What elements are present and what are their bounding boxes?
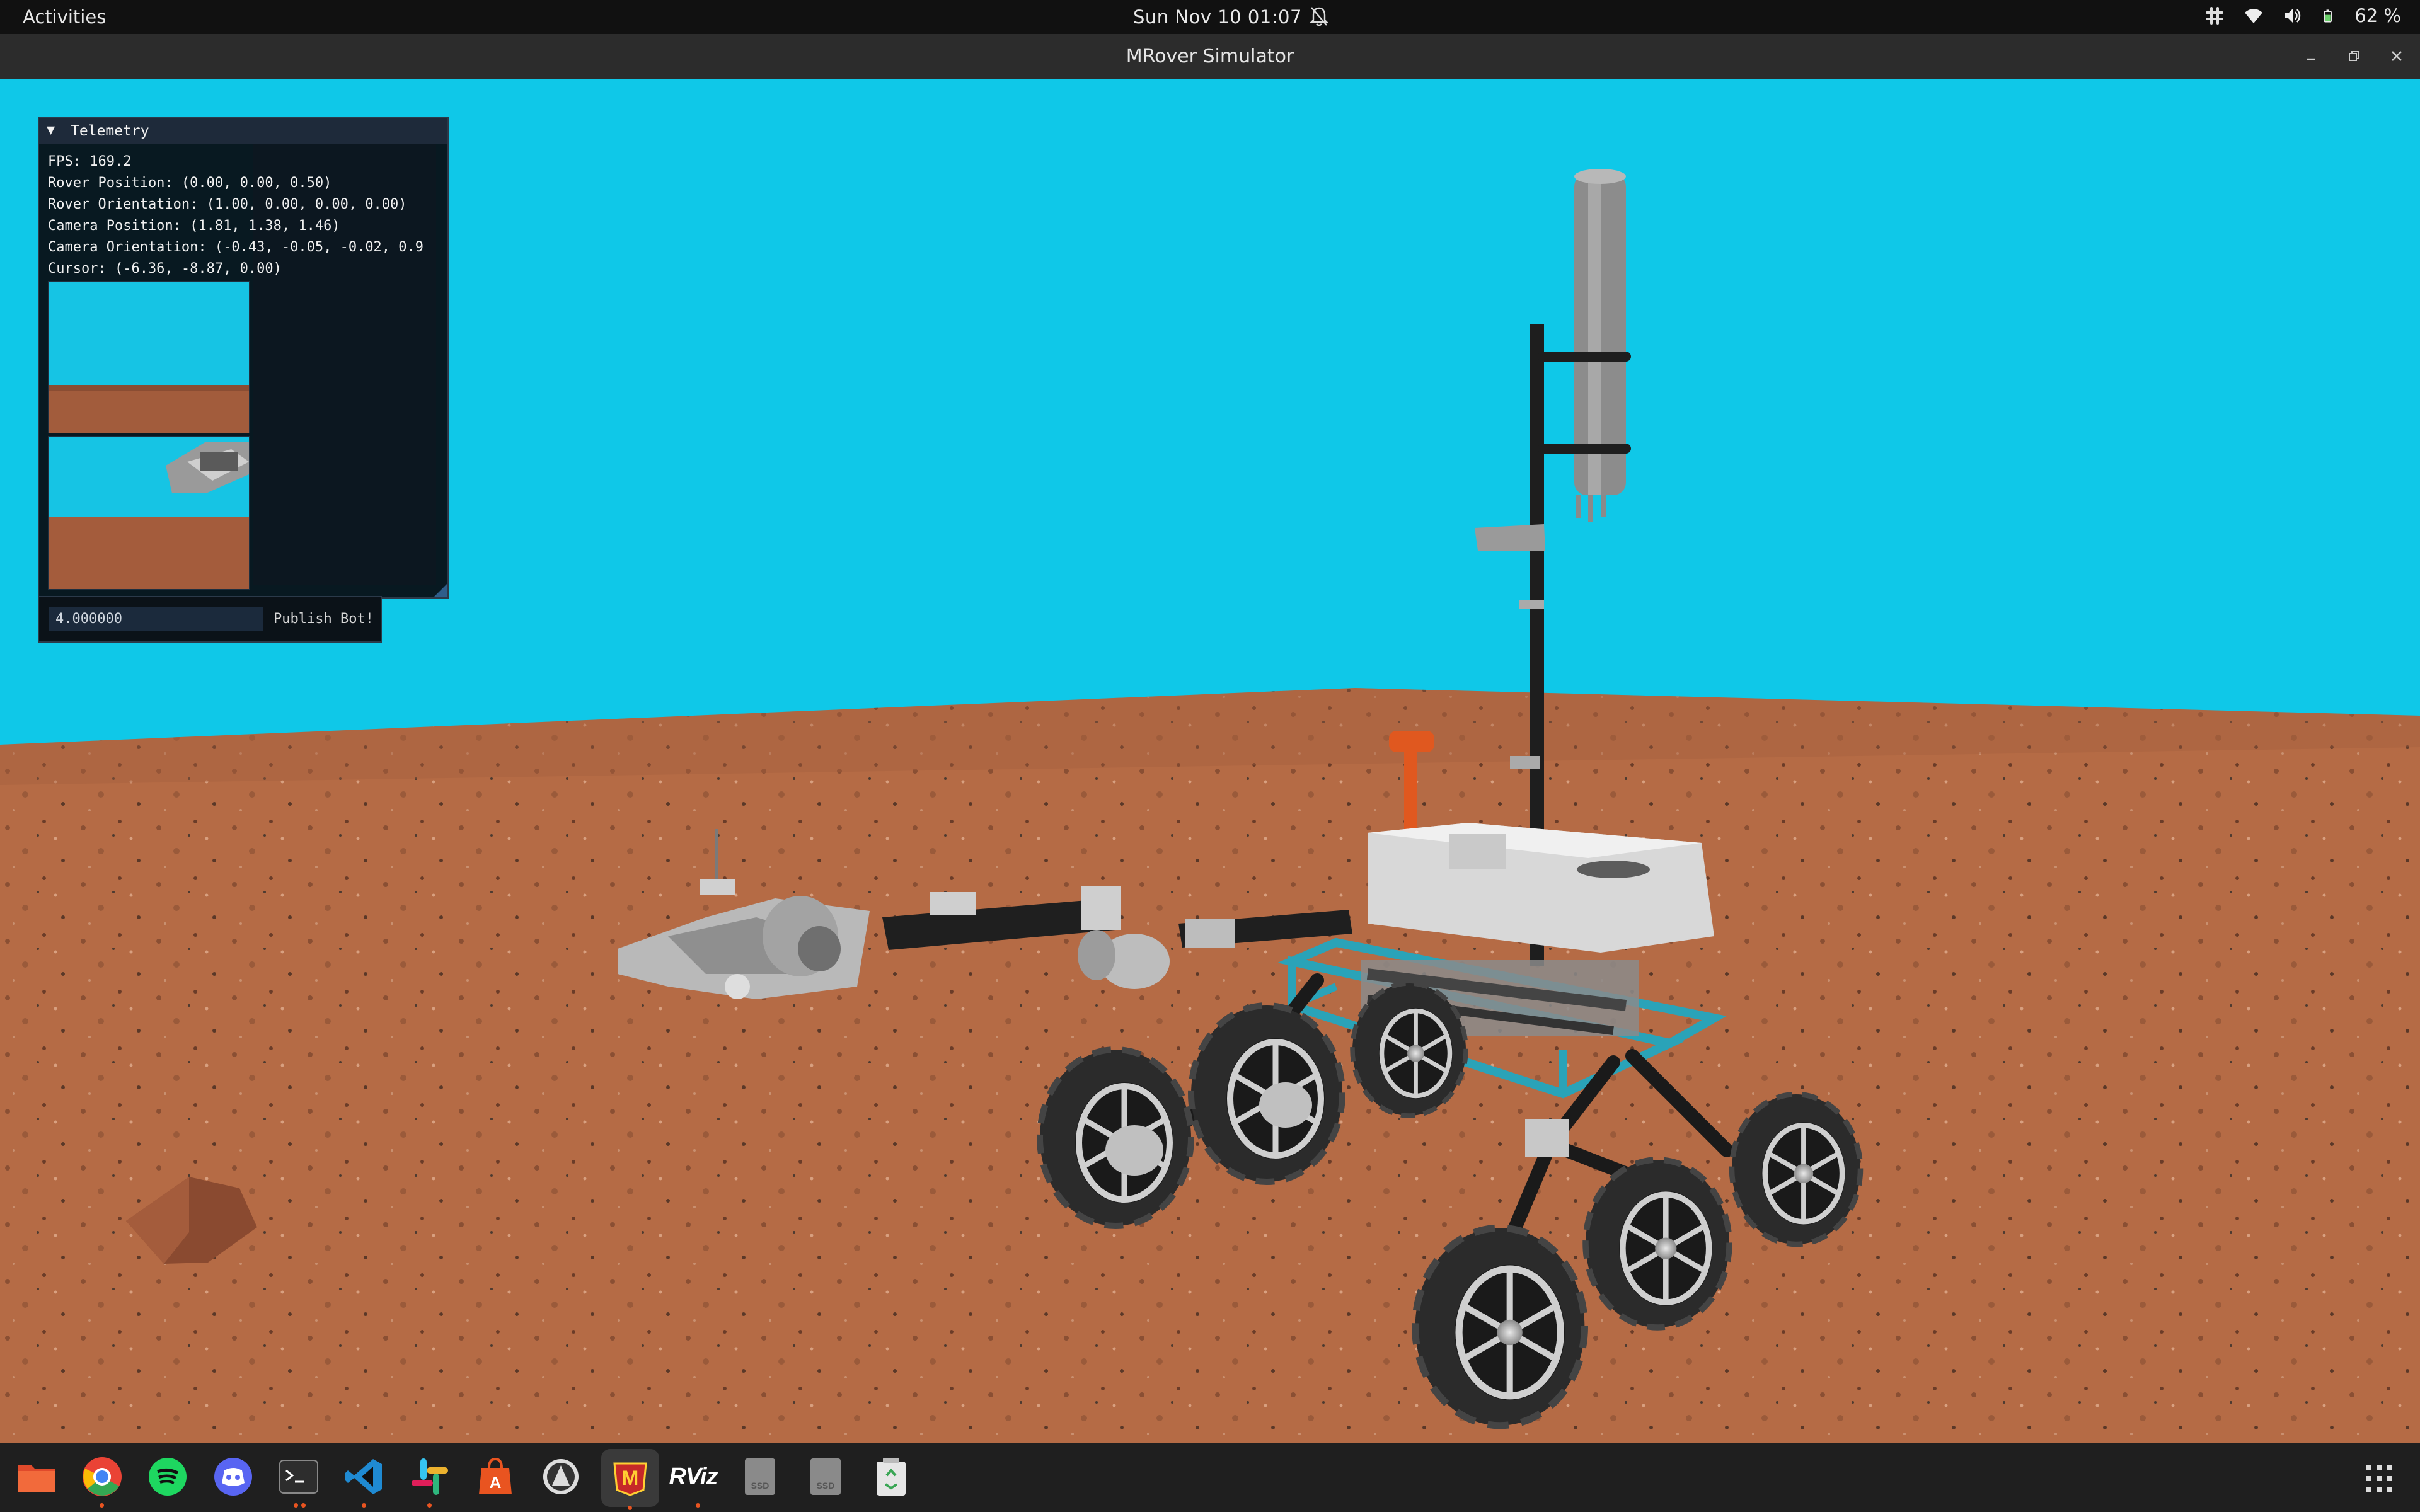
clock[interactable]: Sun Nov 10 01:07: [1133, 6, 1302, 28]
top-bar: Activities Sun Nov 10 01:07 62 %: [0, 0, 2420, 34]
window-title: MRover Simulator: [1126, 45, 1294, 67]
rviz-icon[interactable]: RViz: [669, 1454, 718, 1499]
camera-preview-1: [48, 281, 250, 433]
rviz-label: RViz: [669, 1463, 718, 1490]
slack-tray-icon[interactable]: [2204, 6, 2225, 26]
running-indicator: [427, 1503, 432, 1508]
telemetry-title: Telemetry: [71, 123, 149, 139]
files-icon[interactable]: [14, 1454, 59, 1499]
ssd-label: SSD: [751, 1480, 769, 1491]
volume-icon[interactable]: [2283, 6, 2303, 26]
publish-button[interactable]: Publish Bot!: [274, 607, 378, 631]
rover-orientation-readout: Rover Orientation: (1.00, 0.00, 0.00, 0.…: [48, 197, 407, 212]
drive-ssd-icon[interactable]: SSD: [737, 1454, 783, 1499]
running-indicator: [294, 1503, 298, 1508]
telemetry-lines: FPS: 169.2 Rover Position: (0.00, 0.00, …: [48, 151, 444, 280]
dock: A M RViz SSD SSD: [0, 1443, 2420, 1512]
camera-preview-2: [48, 436, 250, 590]
close-icon[interactable]: [2386, 45, 2407, 67]
running-indicator: [628, 1506, 632, 1510]
software-center-icon[interactable]: A: [473, 1454, 518, 1499]
camera-position-readout: Camera Position: (1.81, 1.38, 1.46): [48, 218, 340, 234]
value-input[interactable]: 4.000000: [49, 607, 263, 631]
terminal-icon[interactable]: [276, 1454, 321, 1499]
rover-position-readout: Rover Position: (0.00, 0.00, 0.50): [48, 175, 332, 191]
window-titlebar[interactable]: MRover Simulator: [0, 34, 2420, 79]
spotify-icon[interactable]: [145, 1454, 190, 1499]
show-applications-icon[interactable]: [2365, 1464, 2394, 1493]
publish-bar: 4.000000 Publish Bot!: [38, 596, 382, 643]
trash-icon[interactable]: [868, 1454, 914, 1499]
ssd-label: SSD: [817, 1480, 835, 1491]
running-indicator: [362, 1503, 366, 1508]
vscode-icon[interactable]: [342, 1454, 387, 1499]
activities-button[interactable]: Activities: [23, 6, 106, 28]
inkscape-icon[interactable]: [538, 1454, 584, 1499]
discord-icon[interactable]: [210, 1454, 256, 1499]
battery-percent: 62 %: [2354, 5, 2401, 26]
minimize-icon[interactable]: [2300, 45, 2322, 67]
running-indicator: [100, 1503, 104, 1508]
restore-icon[interactable]: [2343, 45, 2365, 67]
camera-orientation-readout: Camera Orientation: (-0.43, -0.05, -0.02…: [48, 239, 424, 255]
battery-icon[interactable]: [2322, 6, 2336, 26]
fps-readout: FPS: 169.2: [48, 154, 132, 169]
mrover-simulator-icon[interactable]: M: [601, 1449, 659, 1507]
telemetry-header[interactable]: ▼ Telemetry: [39, 118, 447, 144]
cursor-readout: Cursor: (-6.36, -8.87, 0.00): [48, 261, 282, 277]
running-indicator: [301, 1503, 306, 1508]
collapse-arrow-icon[interactable]: ▼: [47, 122, 55, 138]
wifi-icon[interactable]: [2244, 6, 2264, 26]
svg-text:A: A: [490, 1473, 502, 1492]
notifications-off-icon: [1310, 7, 1328, 26]
chrome-icon[interactable]: [79, 1454, 125, 1499]
resize-grip[interactable]: [434, 583, 447, 597]
running-indicator: [696, 1503, 700, 1508]
svg-text:M: M: [622, 1467, 639, 1489]
drive-ssd-icon[interactable]: SSD: [803, 1454, 848, 1499]
system-tray[interactable]: 62 %: [2204, 5, 2401, 26]
slack-icon[interactable]: [407, 1454, 452, 1499]
